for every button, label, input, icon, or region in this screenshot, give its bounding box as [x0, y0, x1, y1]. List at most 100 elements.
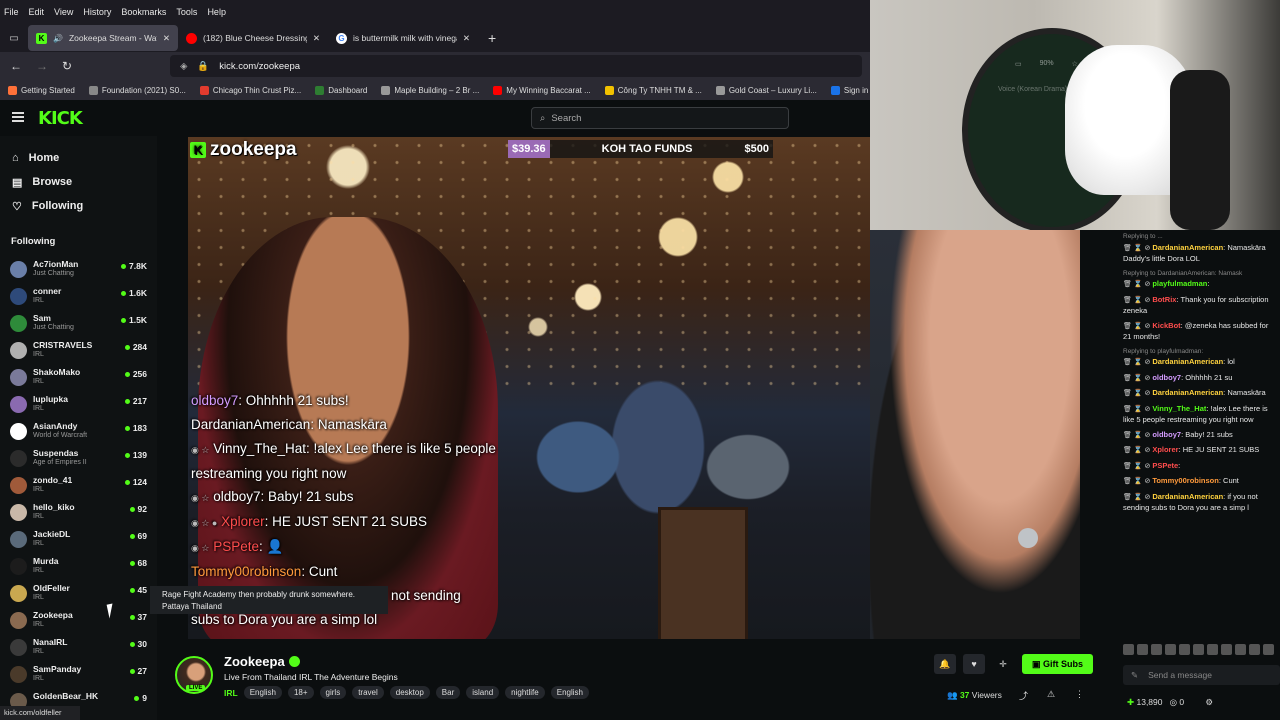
emote-icon[interactable] [1165, 644, 1176, 655]
stream-category[interactable]: IRL [224, 688, 238, 698]
bookmark-item[interactable]: Dashboard [315, 85, 367, 95]
chat-username[interactable]: DardanianAmerican [1152, 388, 1223, 397]
following-item[interactable]: zondo_41 IRL 124 [0, 472, 157, 498]
bookmark-item[interactable]: Getting Started [8, 85, 75, 95]
kick-logo[interactable]: KICK [38, 108, 83, 129]
stream-tag[interactable]: 18+ [287, 686, 314, 699]
following-item[interactable]: JackieDL IRL 69 [0, 526, 157, 552]
bookmark-item[interactable]: Gold Coast – Luxury Li... [715, 85, 817, 95]
emote-icon[interactable] [1249, 644, 1260, 655]
chat-username[interactable]: PSPete [1152, 461, 1178, 470]
emote-icon[interactable] [1151, 644, 1162, 655]
search-placeholder: Search [551, 112, 582, 124]
following-item[interactable]: Suspendas Age of Empires II 139 [0, 445, 157, 471]
emote-icon[interactable] [1221, 644, 1232, 655]
bookmark-item[interactable]: Chicago Thin Crust Piz... [199, 85, 301, 95]
chat-username[interactable]: oldboy7 [1152, 373, 1181, 382]
following-item[interactable]: Sam Just Chatting 1.5K [0, 310, 157, 336]
following-item[interactable]: hello_kiko IRL 92 [0, 499, 157, 525]
emote-icon[interactable] [1207, 644, 1218, 655]
bookmark-item[interactable]: Sign in - Drea [830, 85, 870, 95]
emote-icon[interactable] [1263, 644, 1274, 655]
stream-tag[interactable]: nightlife [505, 686, 545, 699]
stream-tag[interactable]: island [466, 686, 500, 699]
stream-tag[interactable]: girls [319, 686, 347, 699]
settings-icon[interactable]: ⚙ [1205, 697, 1213, 707]
chat-username[interactable]: DardanianAmerican [1152, 357, 1223, 366]
menu-view[interactable]: View [54, 7, 73, 17]
menu-file[interactable]: File [4, 7, 19, 17]
new-tab-icon[interactable]: + [488, 30, 496, 46]
follow-button[interactable]: ♥ [963, 654, 985, 674]
boost-button[interactable]: ✛ [992, 654, 1014, 674]
menu-history[interactable]: History [83, 7, 111, 17]
stream-tag[interactable]: travel [352, 686, 384, 699]
following-item[interactable]: conner IRL 1.6K [0, 283, 157, 309]
chat-rules-icon[interactable]: ✎ [1131, 665, 1138, 685]
overlay-chat-text: not sending [391, 588, 461, 603]
video-player[interactable]: K zookeepa $39.36 KOH TAO FUNDS $500 old… [188, 137, 870, 639]
emote-icon[interactable] [1123, 644, 1134, 655]
sidebar-item-browse[interactable]: ▤ Browse [0, 170, 157, 194]
menu-edit[interactable]: Edit [29, 7, 45, 17]
following-item[interactable]: AsianAndy World of Warcraft 183 [0, 418, 157, 444]
report-icon[interactable]: ⚠ [1047, 689, 1055, 700]
chat-username[interactable]: BotRix [1152, 295, 1176, 304]
back-icon[interactable]: ← [10, 59, 22, 73]
emote-icon[interactable] [1137, 644, 1148, 655]
sidebar-item-home[interactable]: ⌂ Home [0, 146, 157, 170]
following-item[interactable]: luplupka IRL 217 [0, 391, 157, 417]
tab-youtube[interactable]: (182) Blue Cheese Dressing - Cl ✕ [178, 25, 328, 51]
reload-icon[interactable]: ↻ [62, 59, 72, 73]
search-input[interactable]: ⌕ Search [531, 107, 789, 129]
bookmark-item[interactable]: My Winning Baccarat ... [493, 85, 591, 95]
following-item[interactable]: SamPanday IRL 27 [0, 661, 157, 687]
following-item[interactable]: Ac7ionMan Just Chatting 7.8K [0, 256, 157, 282]
chat-username[interactable]: KickBot [1152, 321, 1180, 330]
chat-username[interactable]: DardanianAmerican [1152, 492, 1223, 501]
notification-bell-button[interactable]: 🔔 [934, 654, 956, 674]
stream-tag[interactable]: English [243, 686, 282, 699]
emote-icon[interactable] [1235, 644, 1246, 655]
bookmark-item[interactable]: Maple Building – 2 Br ... [381, 85, 479, 95]
following-item[interactable]: CRISTRAVELS IRL 284 [0, 337, 157, 363]
bookmark-item[interactable]: Công Ty TNHH TM & ... [604, 85, 702, 95]
following-item[interactable]: Zookeepa IRL 37 [0, 607, 157, 633]
menu-help[interactable]: Help [207, 7, 226, 17]
url-bar[interactable]: ◈ 🔒 kick.com/zookeepa [170, 55, 862, 77]
chat-username[interactable]: Vinny_The_Hat [1152, 404, 1206, 413]
following-item[interactable]: OldFeller IRL 45 [0, 580, 157, 606]
gift-subs-button[interactable]: ▣ Gift Subs [1022, 654, 1093, 674]
tab-zookeepa[interactable]: K 🔊 Zookeepa Stream - Watch Li ✕ [28, 25, 178, 51]
chat-username[interactable]: Xplorer [1152, 445, 1178, 454]
chat-username[interactable]: playfulmadman [1152, 279, 1207, 288]
following-item[interactable]: Murda IRL 68 [0, 553, 157, 579]
emote-icon[interactable] [1193, 644, 1204, 655]
share-icon[interactable]: ⤴ [1019, 689, 1028, 702]
menu-hamburger-icon[interactable] [12, 112, 24, 122]
bookmark-item[interactable]: Foundation (2021) S0... [88, 85, 186, 95]
following-item[interactable]: NanaIRL IRL 30 [0, 634, 157, 660]
stream-tag[interactable]: desktop [389, 686, 430, 699]
tab-list-icon[interactable]: ▭ [0, 33, 28, 44]
tab-title: (182) Blue Cheese Dressing - Cl [203, 33, 307, 43]
menu-tools[interactable]: Tools [176, 7, 197, 17]
forward-icon[interactable]: → [36, 59, 48, 73]
chat-username[interactable]: DardanianAmerican [1152, 243, 1223, 252]
tab-close-icon[interactable]: ✕ [313, 33, 320, 44]
following-item[interactable]: ShakoMako IRL 256 [0, 364, 157, 390]
stream-tag[interactable]: English [550, 686, 589, 699]
menu-bookmarks[interactable]: Bookmarks [121, 7, 166, 17]
sidebar-item-following[interactable]: ♡ Following [0, 194, 157, 218]
chat-input[interactable]: ✎ Send a message [1123, 665, 1280, 685]
streamer-name[interactable]: Zookeepa [224, 654, 300, 669]
tab-google[interactable]: G is buttermilk milk with vinegar ✕ [328, 25, 478, 51]
tab-close-icon[interactable]: ✕ [463, 33, 470, 44]
stream-tag[interactable]: Bar [435, 686, 461, 699]
channel-points[interactable]: ✚ 13,890 ◎ 0 ⚙ [1127, 697, 1213, 708]
chat-username[interactable]: Tommy00robinson [1152, 476, 1219, 485]
emote-icon[interactable] [1179, 644, 1190, 655]
chat-username[interactable]: oldboy7 [1152, 430, 1181, 439]
more-options-icon[interactable]: ⋮ [1075, 689, 1084, 700]
tab-close-icon[interactable]: ✕ [163, 33, 170, 44]
